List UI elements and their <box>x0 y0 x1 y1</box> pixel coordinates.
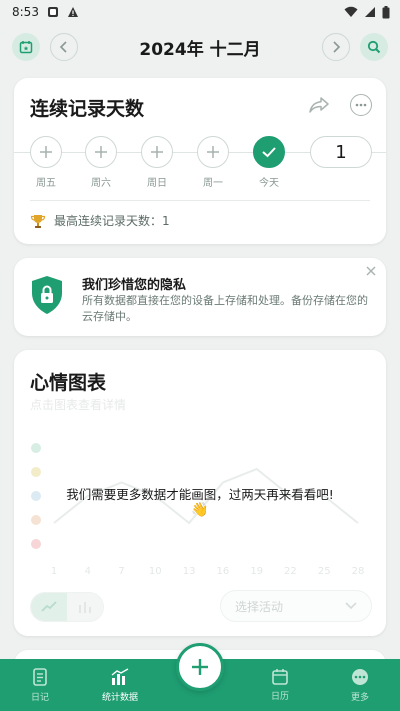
nav-calendar[interactable]: 日历 <box>240 659 320 711</box>
line-chart-toggle[interactable] <box>31 593 67 621</box>
streak-day[interactable]: 周日 <box>141 136 173 189</box>
streak-count: 1 <box>310 136 372 168</box>
prev-month-button[interactable] <box>50 33 78 61</box>
stats-icon <box>111 667 129 685</box>
best-streak-label: 最高连续记录天数：1 <box>54 214 170 228</box>
divider <box>30 200 370 201</box>
more-options-icon[interactable] <box>350 94 372 116</box>
streak-day[interactable]: 周六 <box>85 136 117 189</box>
notification-icon <box>47 6 59 18</box>
check-icon <box>253 136 285 168</box>
streak-day-label: 周一 <box>203 178 223 189</box>
x-tick-label: 22 <box>284 566 297 577</box>
streak-day-label: 周日 <box>147 178 167 189</box>
x-tick-label: 28 <box>352 566 365 577</box>
plus-icon <box>30 136 62 168</box>
x-tick-label: 4 <box>85 566 91 577</box>
x-tick-label: 19 <box>250 566 263 577</box>
mood-chart-card[interactable]: 1 4 7 10 13 16 19 22 25 28 心情图表 点击图表查看详情 我们需要更多数据… <box>14 350 386 636</box>
x-tick-label: 1 <box>51 566 57 577</box>
streak-day-today[interactable]: 今天 <box>253 136 285 189</box>
activity-select[interactable]: 选择活动 <box>220 590 372 622</box>
mood-empty-message: 我们需要更多数据才能画图，过两天再来看看吧! <box>66 487 334 502</box>
privacy-title: 我们珍惜您的隐私 <box>82 278 187 293</box>
chevron-left-icon <box>59 41 67 53</box>
mood-level-dot <box>31 467 41 477</box>
wave-icon: 👋 <box>191 502 209 518</box>
status-time: 8:53 <box>12 5 39 19</box>
streak-day-label: 周五 <box>36 178 56 189</box>
search-icon <box>367 40 381 54</box>
signal-icon <box>364 6 376 18</box>
streak-card: 连续记录天数 周五 周六 周日 周一 今天 1 最高连续记录天数：1 <box>14 78 386 244</box>
privacy-text: 所有数据都直接在您的设备上存储和处理。备份存储在您的云存储中。 <box>82 294 368 323</box>
status-bar: 8:53 <box>0 0 400 24</box>
line-chart-icon <box>41 601 57 612</box>
activity-select-value: 选择活动 <box>235 599 284 614</box>
nav-stats-label: 统计数据 <box>101 692 138 703</box>
search-button[interactable] <box>359 33 388 61</box>
chevron-right-icon <box>333 41 341 53</box>
x-tick-label: 16 <box>217 566 230 577</box>
bar-chart-icon <box>79 602 91 613</box>
plus-icon <box>141 136 173 168</box>
x-tick-label: 10 <box>149 566 162 577</box>
share-icon[interactable] <box>308 96 330 118</box>
nav-journal[interactable]: 日记 <box>0 659 80 711</box>
mood-level-dot <box>31 443 41 453</box>
chart-type-toggle[interactable] <box>30 592 104 622</box>
calendar-star-icon <box>19 41 33 54</box>
nav-more-label: 更多 <box>350 692 369 703</box>
add-entry-button[interactable] <box>176 643 224 691</box>
mood-chart-subtitle: 点击图表查看详情 <box>30 398 127 412</box>
close-icon[interactable] <box>366 265 376 280</box>
nav-journal-label: 日记 <box>30 692 49 703</box>
wifi-icon <box>344 6 358 18</box>
x-tick-label: 13 <box>183 566 196 577</box>
streak-day[interactable]: 周一 <box>197 136 229 189</box>
calendar-star-button[interactable] <box>12 33 40 61</box>
nav-calendar-label: 日历 <box>270 692 289 702</box>
x-tick-label: 25 <box>318 566 331 577</box>
chevron-down-icon <box>345 602 357 610</box>
next-month-button[interactable] <box>321 33 350 61</box>
plus-icon <box>197 136 229 168</box>
top-bar: 2024年 十二月 <box>0 24 400 70</box>
streak-day-label: 周六 <box>91 178 111 189</box>
journal-icon <box>33 667 47 686</box>
calendar-icon <box>272 669 288 685</box>
nav-stats[interactable]: 统计数据 <box>80 659 160 711</box>
x-tick-label: 7 <box>118 566 124 577</box>
month-title: 2024年 十二月 <box>139 39 261 60</box>
best-streak: 最高连续记录天数：1 <box>30 212 170 229</box>
streak-title: 连续记录天数 <box>30 98 145 120</box>
privacy-card: 我们珍惜您的隐私 所有数据都直接在您的设备上存储和处理。备份存储在您的云存储中。 <box>14 258 386 336</box>
nav-more[interactable]: 更多 <box>320 659 400 711</box>
more-icon <box>352 668 368 685</box>
trophy-icon <box>30 214 46 228</box>
battery-icon <box>382 5 390 19</box>
streak-day[interactable]: 周五 <box>30 136 62 189</box>
warning-icon <box>67 6 79 18</box>
shield-lock-icon <box>30 275 64 319</box>
mood-chart-title: 心情图表 <box>30 372 107 394</box>
plus-icon <box>85 136 117 168</box>
bar-chart-toggle[interactable] <box>67 593 103 621</box>
streak-day-label: 今天 <box>259 178 279 189</box>
mood-level-dot <box>31 539 41 549</box>
plus-icon <box>192 659 208 675</box>
